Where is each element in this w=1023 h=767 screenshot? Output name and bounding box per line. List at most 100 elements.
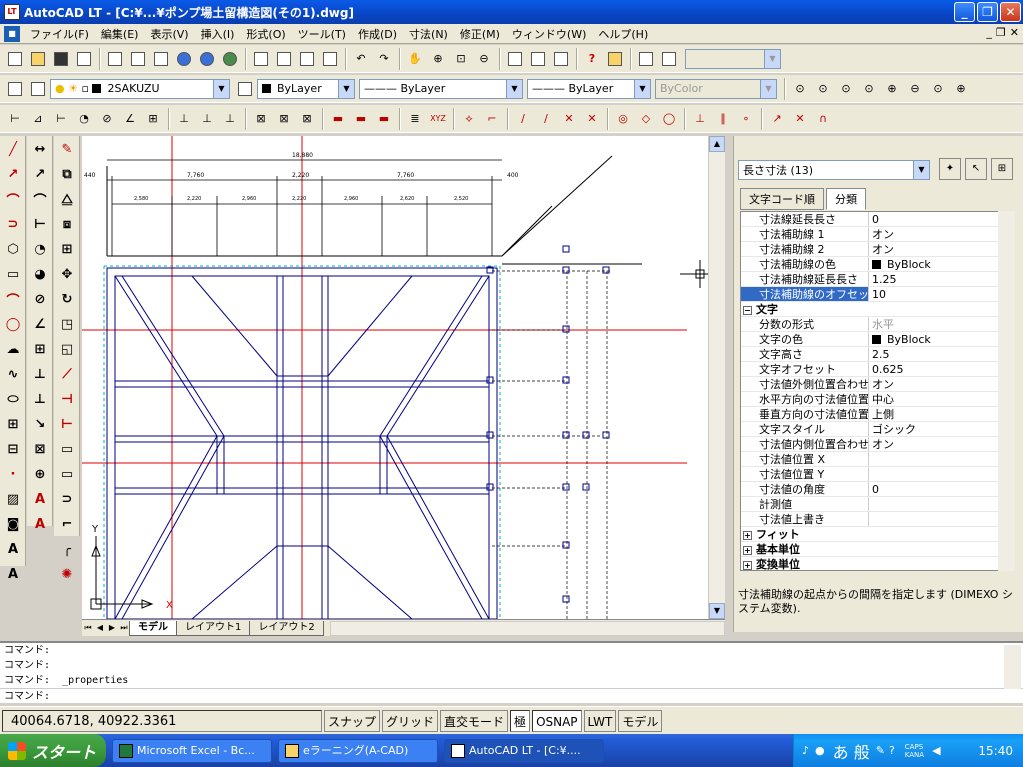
arc-icon[interactable]: ⌒	[1, 287, 25, 311]
prev-tab-icon[interactable]: ◀	[94, 621, 106, 635]
tab-layout1[interactable]: レイアウト1	[176, 620, 251, 636]
drawing-horizontal-scrollbar[interactable]	[329, 620, 725, 636]
quick-select-icon[interactable]: ⊞	[991, 158, 1013, 180]
snap-nearest-icon[interactable]: ↗	[766, 108, 788, 130]
property-grid-scrollbar[interactable]	[998, 211, 1015, 571]
extend-icon[interactable]: ⊢	[55, 412, 79, 436]
osnap-toggle[interactable]: OSNAP	[532, 709, 582, 732]
menu-edit[interactable]: 編集(E)	[95, 26, 145, 42]
expand-icon[interactable]: +	[743, 561, 752, 570]
start-button[interactable]: スタート	[0, 734, 106, 767]
chamfer-icon[interactable]: ⌐	[55, 512, 79, 536]
pal-radius-icon[interactable]: ◔	[28, 237, 52, 261]
snap-tangent-icon[interactable]: ◯	[658, 108, 680, 130]
break-point-icon[interactable]: ▭	[55, 437, 79, 461]
zoom-extents-icon[interactable]: ⊕	[950, 78, 972, 100]
angular-dim-icon[interactable]: ∠	[119, 108, 141, 130]
leader-icon[interactable]: ⊥	[219, 108, 241, 130]
lengthen-icon[interactable]: ⟋	[55, 362, 79, 386]
menu-window[interactable]: ウィンドウ(W)	[506, 26, 592, 42]
offset-icon[interactable]: ⧈	[55, 212, 79, 236]
pal-angular-icon[interactable]: ∠	[28, 312, 52, 336]
rotate-icon[interactable]: ↻	[55, 287, 79, 311]
baseline-dim-icon[interactable]: ⊥	[173, 108, 195, 130]
region-icon[interactable]: ◙	[1, 512, 25, 536]
array-icon[interactable]: ⊞	[55, 237, 79, 261]
menu-modify[interactable]: 修正(M)	[454, 26, 506, 42]
zoom-scale-icon[interactable]: ⊙	[835, 78, 857, 100]
line-icon[interactable]: ╱	[1, 137, 25, 161]
save-icon[interactable]	[50, 48, 72, 70]
publish-web-icon[interactable]	[196, 48, 218, 70]
lineweight-combo[interactable]: ——— ByLayer ▼	[527, 78, 651, 99]
collapse-icon[interactable]: −	[743, 306, 752, 315]
menu-insert[interactable]: 挿入(I)	[195, 26, 241, 42]
minimize-button[interactable]: _	[954, 2, 975, 22]
property-row[interactable]: 寸法値上書き	[741, 512, 1007, 527]
dim-override-icon[interactable]: ▬	[373, 108, 395, 130]
property-row[interactable]: 計測値	[741, 497, 1007, 512]
help-icon[interactable]: ?	[581, 48, 603, 70]
cut-icon[interactable]	[250, 48, 272, 70]
tolerance-icon[interactable]: ⊠	[250, 108, 272, 130]
zoom-realtime-icon[interactable]: ⊕	[427, 48, 449, 70]
property-row[interactable]: 文字高さ 2.5	[741, 347, 1007, 362]
autocad-app-icon[interactable]: LT	[4, 4, 20, 20]
new-features-icon[interactable]	[604, 48, 626, 70]
zoom-window-icon[interactable]: ⊙	[789, 78, 811, 100]
polygon-icon[interactable]: ⬡	[1, 237, 25, 261]
tab-alphabetic[interactable]: 文字コード順	[740, 188, 824, 210]
mirror-icon[interactable]: ⧋	[55, 187, 79, 211]
expand-icon[interactable]: +	[743, 531, 752, 540]
text-icon[interactable]: A	[1, 562, 25, 586]
pal-diameter-icon[interactable]: ⊘	[28, 287, 52, 311]
property-row[interactable]: 水平方向の寸法値位置 中心	[741, 392, 1007, 407]
property-row[interactable]: 寸法線延長長さ 0	[741, 212, 1007, 227]
continue-dim-icon[interactable]: ⊥	[196, 108, 218, 130]
menu-dimension[interactable]: 寸法(N)	[403, 26, 454, 42]
new-icon[interactable]	[4, 48, 26, 70]
multiline-icon[interactable]: ⊃	[1, 212, 25, 236]
snap-intersection-icon[interactable]: ∕	[535, 108, 557, 130]
ime-icon[interactable]: ●	[815, 744, 825, 757]
zoom-all-icon[interactable]: ⊙	[927, 78, 949, 100]
snap-center-icon[interactable]: ◎	[612, 108, 634, 130]
match-properties-icon[interactable]	[319, 48, 341, 70]
etransmit-icon[interactable]	[173, 48, 195, 70]
task-autocad[interactable]: AutoCAD LT - [C:¥....	[444, 738, 604, 763]
pal-center-icon[interactable]: ⊕	[28, 462, 52, 486]
snap-midpoint-icon[interactable]: ∕	[512, 108, 534, 130]
erase-icon[interactable]: ✎	[55, 137, 79, 161]
stretch-icon[interactable]: ◱	[55, 337, 79, 361]
property-row[interactable]: 寸法補助線の色 ByBlock	[741, 257, 1007, 272]
join-icon[interactable]: ⊃	[55, 487, 79, 511]
dim-update-icon[interactable]: ▬	[327, 108, 349, 130]
diameter-dim-icon[interactable]: ⊘	[96, 108, 118, 130]
insert-block-icon[interactable]: ⊞	[1, 412, 25, 436]
polar-toggle[interactable]: 極	[510, 709, 531, 732]
layer-combo[interactable]: ● ☀ ▫ 2SAKUZU ▼	[50, 78, 230, 99]
tray-expand-icon[interactable]: ◀	[932, 744, 940, 757]
snap-from-icon[interactable]: ⟡	[458, 108, 480, 130]
plotstyle-combo[interactable]: ByColor ▼	[655, 78, 777, 99]
property-row[interactable]: 文字の色 ByBlock	[741, 332, 1007, 347]
point-icon[interactable]: ·	[1, 462, 25, 486]
property-row[interactable]: 文字オフセット 0.625	[741, 362, 1007, 377]
explode-icon[interactable]: ✺	[55, 562, 79, 586]
property-group-primary-units[interactable]: + 基本単位	[741, 542, 1007, 557]
menu-draw[interactable]: 作成(D)	[352, 26, 403, 42]
spline-icon[interactable]: ∿	[1, 362, 25, 386]
property-group-fit[interactable]: + フィット	[741, 527, 1007, 542]
pal-dim-edit-icon[interactable]: A	[28, 487, 52, 511]
undo-icon[interactable]: ↶	[350, 48, 372, 70]
copy-icon[interactable]	[273, 48, 295, 70]
polyline-icon[interactable]: ⌒	[1, 187, 25, 211]
pickadd-icon[interactable]: ✦	[939, 158, 961, 180]
dim-edit-icon[interactable]: ⊠	[296, 108, 318, 130]
zoom-in-icon[interactable]: ⊕	[881, 78, 903, 100]
tab-layout2[interactable]: レイアウト2	[249, 620, 324, 636]
restore-button[interactable]: ❐	[977, 2, 998, 22]
zoom-center-icon[interactable]: ⊙	[858, 78, 880, 100]
property-row[interactable]: 寸法補助線延長長さ 1.25	[741, 272, 1007, 287]
pal-leader-icon[interactable]: ↘	[28, 412, 52, 436]
